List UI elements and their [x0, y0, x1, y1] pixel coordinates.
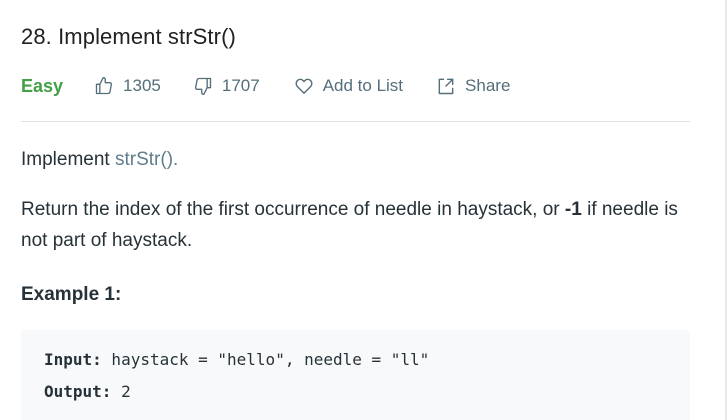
output-value: 2 [111, 382, 131, 401]
share-button[interactable]: Share [436, 76, 510, 96]
share-icon [438, 78, 454, 95]
intro-suffix: . [173, 149, 179, 170]
problem-description: Implement strStr(). Return the index of … [21, 144, 690, 310]
dislike-count: 1707 [221, 76, 260, 95]
example-input-line: Input: haystack = "hello", needle = "ll" [44, 350, 429, 369]
intro-paragraph: Implement strStr(). [21, 144, 690, 175]
example-code-block: Input: haystack = "hello", needle = "ll"… [21, 330, 690, 420]
dislike-button[interactable]: 1707 [193, 76, 260, 96]
difficulty-label: Easy [21, 75, 64, 96]
thumbs-up-icon [95, 77, 113, 95]
input-value: haystack = "hello", needle = "ll" [101, 350, 430, 369]
example-title: Example 1: [21, 284, 122, 305]
example-output-line: Output: 2 [44, 382, 131, 401]
return-paragraph: Return the index of the first occurrence… [21, 194, 681, 256]
like-button[interactable]: 1305 [94, 76, 161, 96]
intro-prefix: Implement [21, 149, 115, 170]
add-to-list-button[interactable]: Add to List [294, 76, 403, 96]
problem-title: 28. Implement strStr() [21, 24, 236, 49]
problem-meta-row: Easy 1305 1707 Add to List Share [21, 73, 510, 99]
input-label: Input: [44, 350, 102, 369]
share-label: Share [465, 76, 511, 95]
output-label: Output: [44, 382, 112, 401]
return-bold-value: -1 [564, 199, 582, 220]
thumbs-down-icon [194, 77, 212, 96]
strstr-link[interactable]: strStr() [115, 149, 173, 170]
header-divider [21, 121, 690, 122]
like-count: 1305 [123, 76, 161, 95]
heart-icon [295, 78, 313, 94]
return-text-1: Return the index of the first occurrence… [21, 199, 565, 220]
add-to-list-label: Add to List [322, 76, 404, 95]
